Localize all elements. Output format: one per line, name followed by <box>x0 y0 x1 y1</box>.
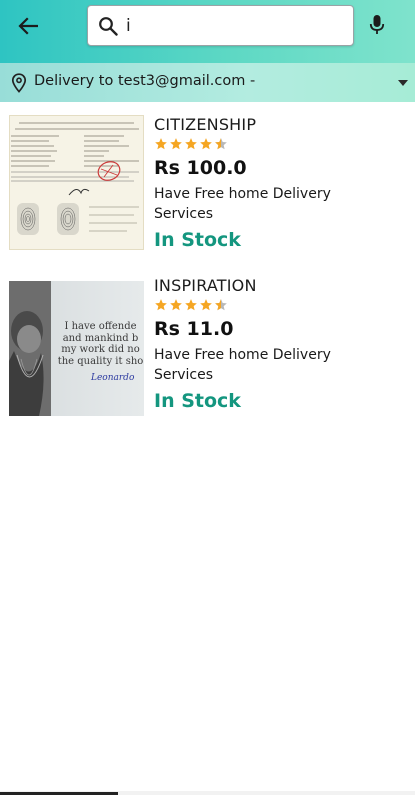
product-title[interactable]: CITIZENSHIP <box>154 115 256 134</box>
quote-line: the quality it sho <box>57 355 144 367</box>
quote-line: I have offende <box>64 321 137 332</box>
product-title[interactable]: INSPIRATION <box>154 276 257 295</box>
star-icon <box>185 299 197 311</box>
search-icon <box>99 17 118 36</box>
product-description: Have Free home Delivery Services <box>154 347 331 383</box>
product-rating <box>154 298 228 314</box>
back-button[interactable] <box>14 14 42 38</box>
triangle-down-icon[interactable] <box>397 79 409 87</box>
delivery-address-label: Delivery to test3@gmail.com - <box>34 73 256 89</box>
star-icon <box>155 138 167 150</box>
star-icon <box>185 138 197 150</box>
mic-icon <box>369 15 385 34</box>
stock-status: In Stock <box>154 390 241 412</box>
star-half-icon <box>215 299 227 311</box>
star-icon <box>170 299 182 311</box>
product-price: Rs 11.0 <box>154 318 234 340</box>
quote-text: I have offende and mankind b my work did… <box>53 321 144 385</box>
star-icon <box>170 138 182 150</box>
quote-line: my work did no <box>61 344 140 355</box>
star-icon <box>200 138 212 150</box>
product-price: Rs 100.0 <box>154 157 247 179</box>
voice-search-button[interactable] <box>366 13 388 37</box>
delivery-address-bar[interactable]: Delivery to test3@gmail.com - <box>0 63 415 102</box>
product-rating <box>154 137 228 153</box>
product-item[interactable]: I have offende and mankind b my work did… <box>9 276 409 426</box>
star-icon <box>200 299 212 311</box>
search-input[interactable] <box>126 13 341 39</box>
product-description: Have Free home Delivery Services <box>154 186 331 222</box>
product-image[interactable] <box>9 115 144 250</box>
arrow-left-icon <box>18 17 38 35</box>
product-image[interactable]: I have offende and mankind b my work did… <box>9 281 144 416</box>
quote-line: and mankind b <box>62 332 139 344</box>
app-bar <box>0 0 415 63</box>
quote-signature: Leonardo <box>91 373 135 383</box>
product-item[interactable]: CITIZENSHIP Rs 100.0 Have Free home Deli… <box>9 115 409 265</box>
location-pin-icon <box>11 73 27 93</box>
stock-status: In Stock <box>154 229 241 251</box>
citizenship-certificate-image <box>9 115 144 250</box>
bottom-edge <box>0 791 415 795</box>
star-icon <box>155 299 167 311</box>
star-half-icon <box>215 138 227 150</box>
search-box[interactable] <box>87 5 354 46</box>
